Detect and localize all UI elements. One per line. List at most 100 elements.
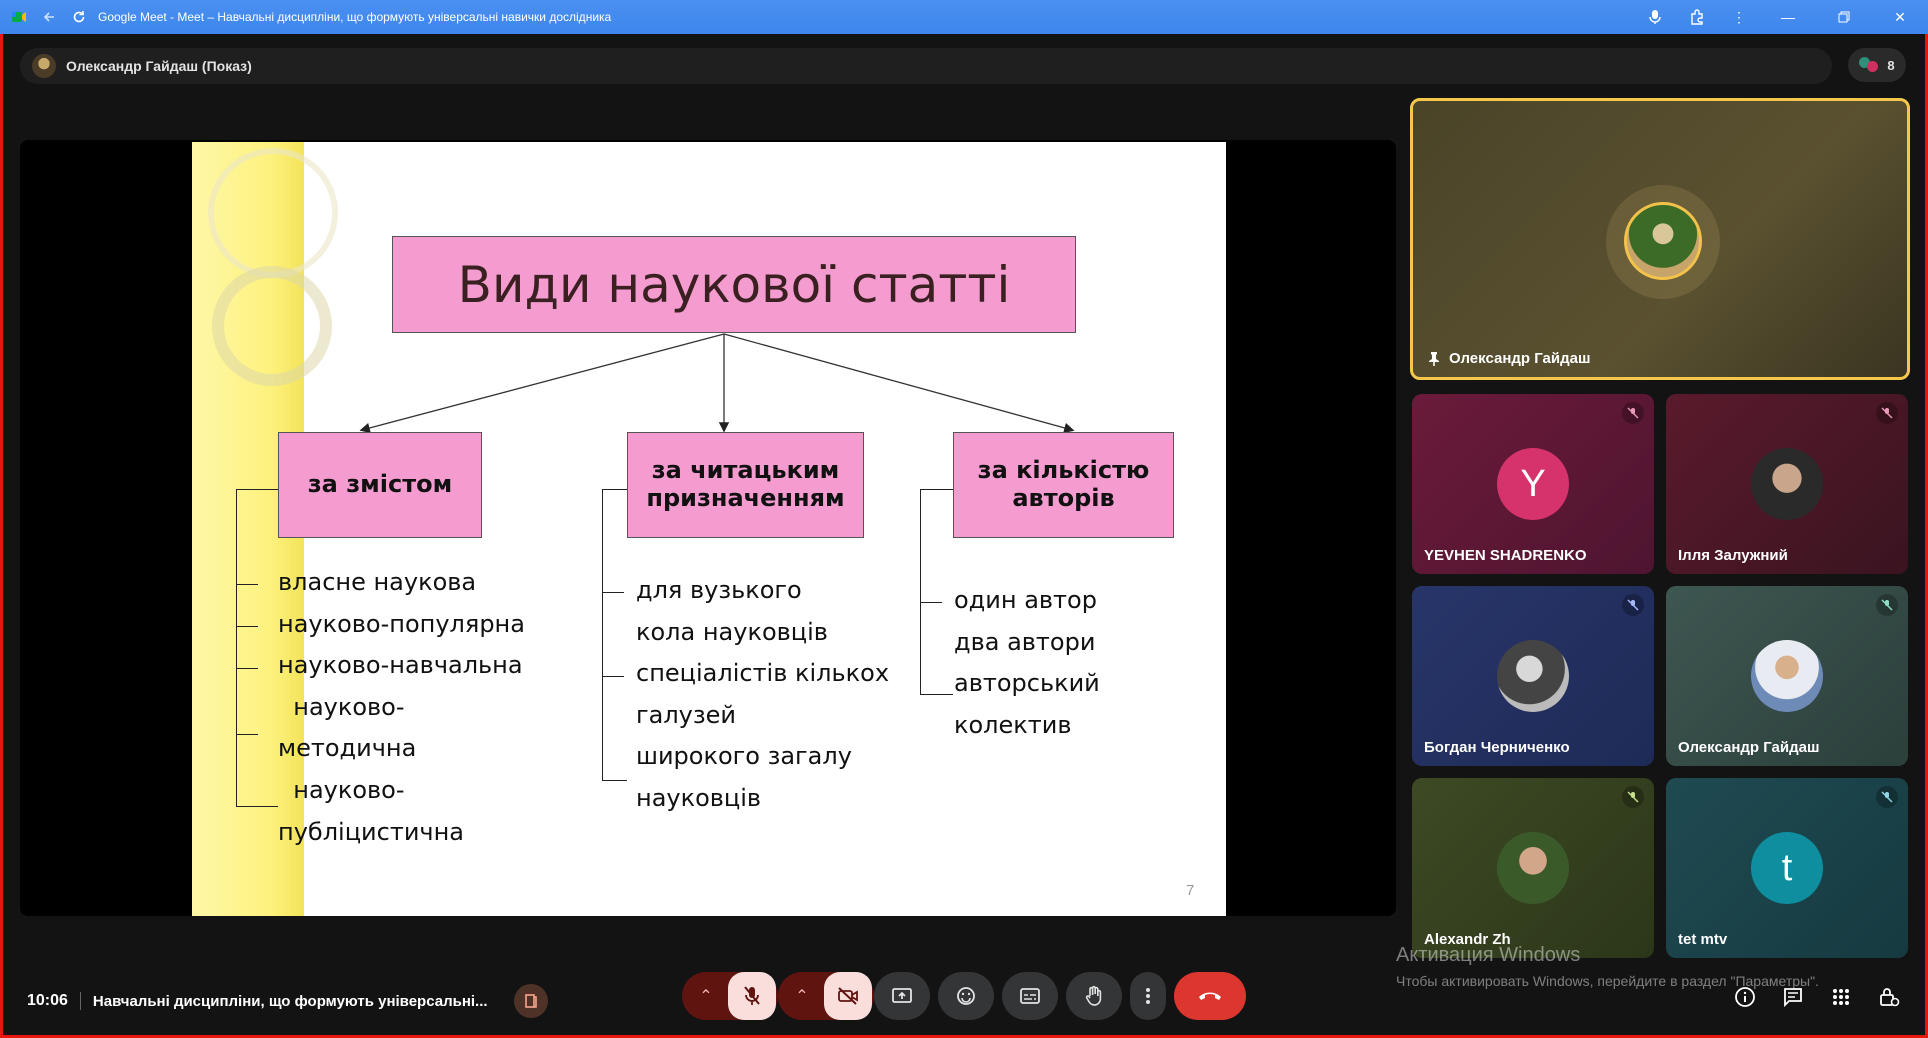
present-screen-button[interactable]	[874, 972, 930, 1020]
slide-bracket	[920, 489, 953, 695]
list-item: методична	[278, 734, 417, 763]
captions-icon	[1020, 988, 1040, 1004]
raise-hand-button[interactable]	[1066, 972, 1122, 1020]
participant-avatar	[1624, 202, 1702, 280]
browser-tab-title: Google Meet - Meet – Навчальні дисциплін…	[98, 10, 612, 24]
presenter-bar: Олександр Гайдаш (Показ)	[20, 48, 1832, 84]
participant-avatar: Y	[1497, 448, 1569, 520]
reload-icon[interactable]	[70, 8, 88, 26]
extensions-icon[interactable]	[1676, 0, 1718, 34]
present-screen-icon	[892, 988, 912, 1003]
list-item: широкого загалу	[636, 742, 852, 771]
list-item: науково-популярна	[278, 609, 525, 638]
mic-options-chevron-icon[interactable]: ⌃	[684, 986, 728, 1006]
shared-slide: Види наукової статті за змістом за читац…	[192, 142, 1226, 916]
list-item: два автори	[954, 627, 1096, 656]
list-item: спеціалістів кількох	[636, 659, 890, 688]
list-item: науковців	[636, 783, 762, 812]
close-window-button[interactable]: ✕	[1872, 0, 1928, 34]
presenter-name: Олександр Гайдаш (Показ)	[66, 58, 252, 74]
mic-muted-icon	[1622, 594, 1644, 616]
list-item: для вузького	[636, 576, 802, 604]
list-item: науково-навчальна	[278, 651, 523, 680]
more-vert-icon	[1146, 988, 1150, 1004]
participants-count: 8	[1887, 57, 1895, 73]
participant-avatar	[1497, 832, 1569, 904]
list-item: галузей	[636, 700, 736, 729]
camera-options-chevron-icon[interactable]: ⌃	[780, 986, 824, 1006]
participant-name: Олександр Гайдаш	[1449, 350, 1591, 367]
reactions-button[interactable]	[938, 972, 994, 1020]
list-item: публіцистична	[278, 817, 464, 846]
pin-icon	[1429, 351, 1439, 366]
participant-tile[interactable]: Y YEVHEN SHADRENKO	[1412, 394, 1654, 574]
browser-menu-icon[interactable]: ⋮	[1718, 0, 1760, 34]
meeting-title: Навчальні дисципліни, що формують універ…	[92, 992, 488, 1010]
back-arrow-icon[interactable]	[40, 8, 58, 26]
activities-grid-icon[interactable]	[1828, 984, 1854, 1010]
participant-name: Олександр Гайдаш	[1678, 739, 1820, 756]
meeting-info: 10:06 Навчальні дисципліни, що формують …	[27, 984, 548, 1018]
reader-purpose-items: для вузького кола науковців спеціалістів…	[636, 570, 889, 820]
slide-number: 7	[1186, 882, 1195, 899]
pinned-participant-tile[interactable]: Олександр Гайдаш	[1410, 98, 1910, 380]
activity-icon[interactable]	[513, 984, 548, 1018]
author-count-items: один автор два автори авторський колекти…	[954, 580, 1100, 746]
slide-title: Види наукової статті	[392, 236, 1076, 333]
list-item: науково-	[278, 692, 405, 721]
slide-tick	[236, 734, 258, 735]
microphone-indicator-icon[interactable]	[1634, 0, 1676, 34]
participant-tile[interactable]: Alexandr Zh	[1412, 778, 1654, 958]
participant-avatar	[1497, 640, 1569, 712]
mic-muted-icon	[1876, 786, 1898, 808]
category-reader-purpose: за читацьким призначенням	[627, 432, 864, 538]
participant-tile[interactable]: Ілля Залужний	[1666, 394, 1908, 574]
host-controls-icon[interactable]	[1876, 984, 1902, 1010]
slide-tick	[602, 676, 624, 677]
leave-call-button[interactable]	[1174, 972, 1246, 1020]
mic-muted-icon	[1622, 786, 1644, 808]
raise-hand-icon	[1085, 985, 1102, 1006]
browser-titlebar: Google Meet - Meet – Навчальні дисциплін…	[0, 0, 1928, 34]
mic-off-icon[interactable]	[728, 972, 776, 1020]
presenter-avatar	[32, 54, 56, 78]
participant-tile[interactable]: Олександр Гайдаш	[1666, 586, 1908, 766]
restore-button[interactable]	[1816, 0, 1872, 34]
participants-button[interactable]: 8	[1848, 48, 1906, 82]
camera-control[interactable]: ⌃	[778, 972, 874, 1020]
participant-avatar	[1751, 640, 1823, 712]
participant-avatar	[1751, 448, 1823, 520]
list-item: колектив	[954, 710, 1072, 739]
list-item: науково-	[278, 775, 405, 804]
slide-tick	[236, 668, 258, 669]
list-item: власне наукова	[278, 568, 477, 596]
captions-button[interactable]	[1002, 972, 1058, 1020]
participant-tile[interactable]: Богдан Черниченко	[1412, 586, 1654, 766]
mic-muted-icon	[1876, 594, 1898, 616]
chat-icon[interactable]	[1780, 984, 1806, 1010]
mic-muted-icon	[1876, 402, 1898, 424]
current-time: 10:06	[27, 992, 68, 1009]
category-author-count: за кількістю авторів	[953, 432, 1174, 538]
microphone-control[interactable]: ⌃	[682, 972, 778, 1020]
minimize-button[interactable]: —	[1760, 0, 1816, 34]
slide-tick	[236, 626, 258, 627]
slide-bracket	[602, 489, 627, 781]
meet-favicon-icon	[10, 8, 28, 26]
divider	[79, 992, 81, 1010]
camera-off-icon[interactable]	[824, 972, 872, 1020]
category-content: за змістом	[278, 432, 482, 538]
presentation-stage: Види наукової статті за змістом за читац…	[20, 140, 1396, 916]
tile-name-row: Олександр Гайдаш	[1427, 350, 1590, 367]
more-options-button[interactable]	[1130, 972, 1166, 1020]
participant-avatar: t	[1751, 832, 1823, 904]
participant-name: Ілля Залужний	[1678, 547, 1788, 564]
participant-tile[interactable]: t tet mtv	[1666, 778, 1908, 958]
participant-name: YEVHEN SHADRENKO	[1424, 547, 1587, 564]
emoji-icon	[957, 987, 975, 1005]
mic-muted-icon	[1622, 402, 1644, 424]
list-item: один автор	[954, 586, 1097, 614]
meeting-details-icon[interactable]	[1732, 984, 1758, 1010]
content-items: власне наукова науково-популярна науково…	[278, 562, 525, 853]
slide-tick	[920, 602, 942, 603]
